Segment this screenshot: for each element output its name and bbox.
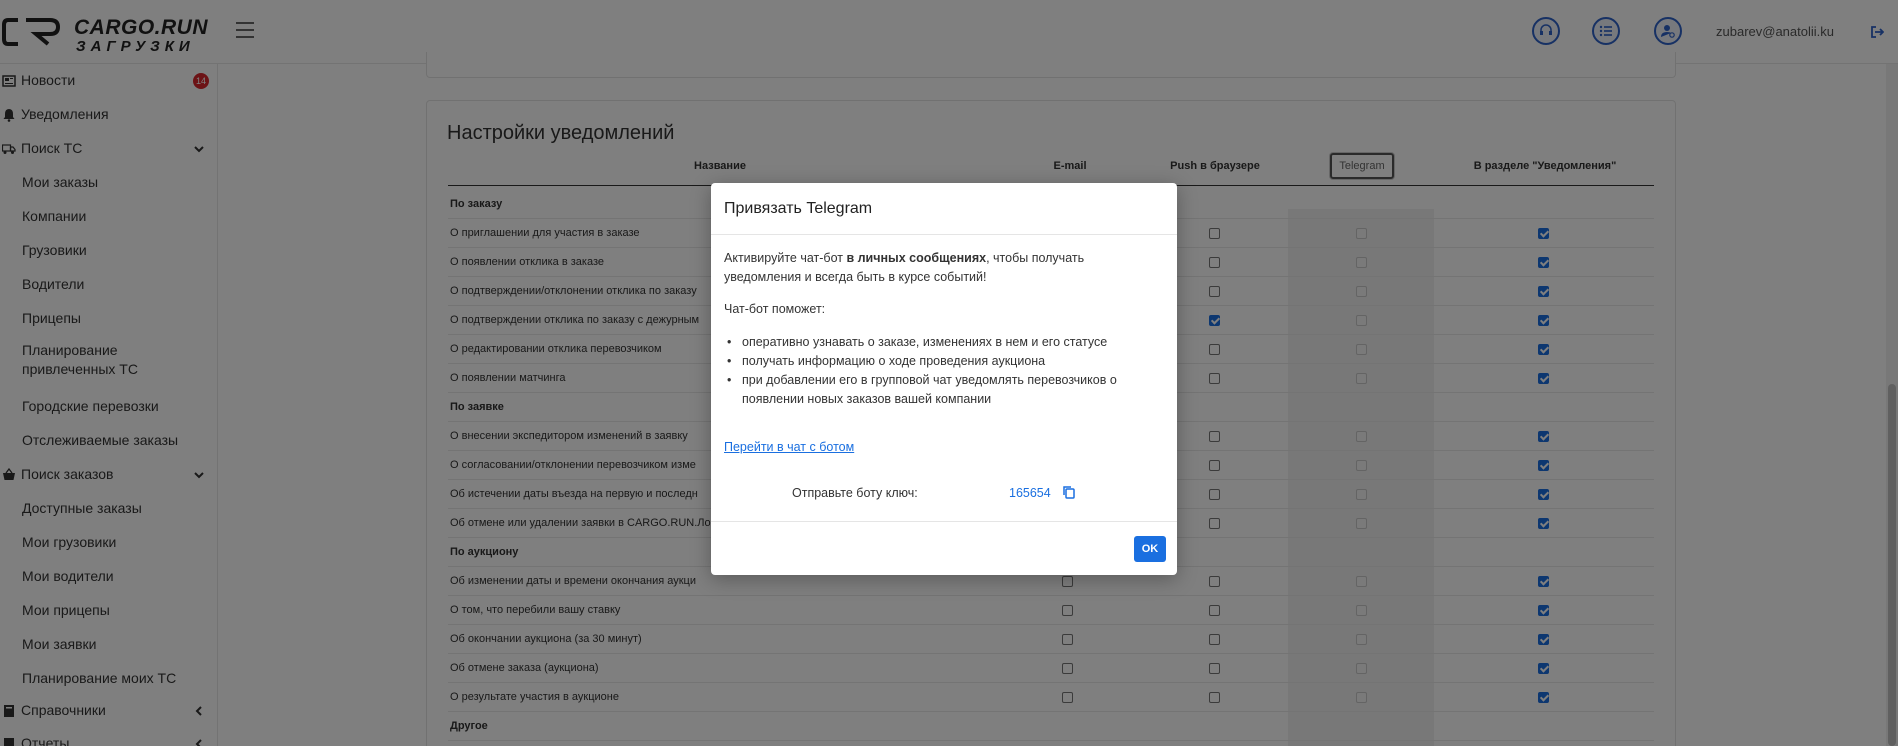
modal-intro: Активируйте чат-бот в личных сообщениях,… [724, 249, 1164, 287]
modal-footer-divider [711, 521, 1177, 522]
key-value[interactable]: 165654 [1009, 486, 1051, 500]
feature-list: оперативно узнавать о заказе, изменениях… [724, 333, 1164, 409]
list-item: получать информацию о ходе проведения ау… [724, 352, 1164, 371]
modal-header-divider [711, 234, 1177, 235]
open-bot-chat-link[interactable]: Перейти в чат с ботом [724, 440, 854, 454]
list-item: при добавлении его в групповой чат уведо… [724, 371, 1164, 409]
copy-icon[interactable] [1062, 485, 1076, 499]
ok-button[interactable]: OK [1134, 536, 1166, 562]
helps-label: Чат-бот поможет: [724, 302, 826, 316]
list-item: оперативно узнавать о заказе, изменениях… [724, 333, 1164, 352]
key-label: Отправьте боту ключ: [792, 486, 918, 500]
intro-text: Активируйте чат-бот [724, 251, 847, 265]
intro-bold-text: в личных сообщениях [846, 251, 987, 265]
modal-title: Привязать Telegram [724, 200, 873, 217]
telegram-link-modal: Привязать Telegram Активируйте чат-бот в… [711, 183, 1177, 575]
modal-body: Активируйте чат-бот в личных сообщениях,… [724, 249, 1164, 409]
